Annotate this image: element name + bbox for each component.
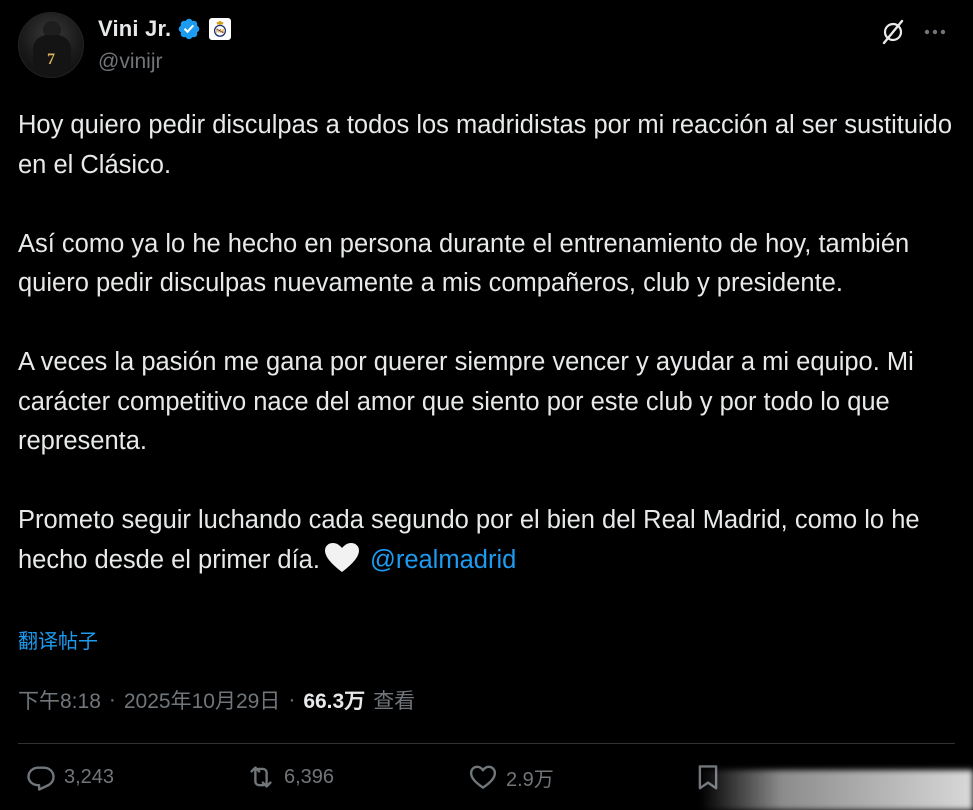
tweet-paragraph: Así como ya lo he hecho en persona duran… [18,229,910,298]
tweet-header: 7 Vini Jr. RM @vinijr [18,12,955,80]
tweet-meta: 下午8:18 · 2025年10月29日 · 66.3万 查看 [18,685,415,715]
real-madrid-crest-icon[interactable]: RM [209,18,232,40]
handle[interactable]: @vinijr [98,50,163,74]
divider [18,743,955,744]
retweet-icon [250,766,272,788]
heart-icon [469,765,497,789]
like-button[interactable]: 2.9万 [468,762,554,792]
svg-text:RM: RM [216,29,225,35]
display-name[interactable]: Vini Jr. [98,16,171,42]
reply-button[interactable]: 3,243 [26,762,114,792]
meta-separator: · [288,688,296,711]
avatar-jersey-number: 7 [47,51,55,68]
tweet-text: Hoy quiero pedir disculpas a todos los m… [18,106,963,580]
tweet-date[interactable]: 2025年10月29日 [124,685,280,715]
reply-count: 3,243 [64,765,115,788]
tweet-time[interactable]: 下午8:18 [18,685,101,715]
meta-separator: · [108,688,116,711]
tweet-paragraph-last: Prometo seguir luchando cada segundo por… [18,501,963,580]
more-options-icon[interactable] [921,18,949,46]
views-count[interactable]: 66.3万 [303,685,365,715]
retweet-button[interactable]: 6,396 [246,762,334,792]
white-heart-icon [324,542,360,574]
like-count: 2.9万 [506,768,554,791]
name-row: Vini Jr. RM [98,16,232,42]
retweet-count: 6,396 [284,765,335,788]
tweet-paragraph: A veces la pasión me gana por querer sie… [18,348,914,455]
tweet-paragraph: Hoy quiero pedir disculpas a todos los m… [18,111,953,179]
grok-icon[interactable] [879,18,907,46]
views-label: 查看 [373,690,416,713]
mention-link[interactable]: @realmadrid [370,546,516,574]
blur-overlay [700,770,973,810]
reply-icon [27,766,55,791]
avatar[interactable]: 7 [18,12,84,78]
verified-badge-icon[interactable] [177,17,201,41]
translate-post-link[interactable]: 翻译帖子 [18,625,98,654]
